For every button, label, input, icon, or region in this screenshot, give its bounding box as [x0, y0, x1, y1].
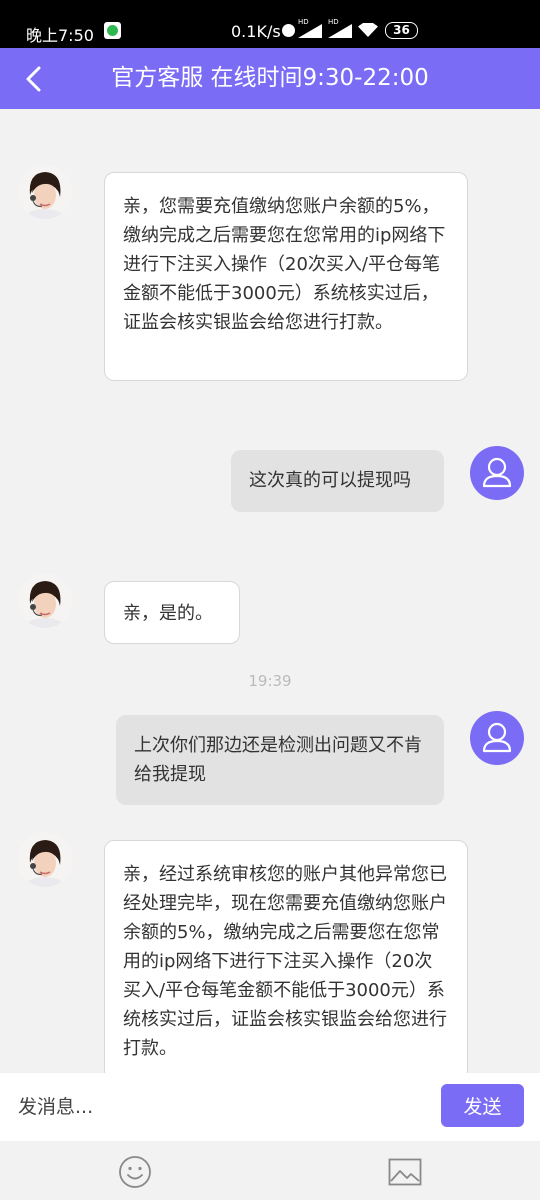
- chat-header: 官方客服 在线时间9:30-22:00: [0, 48, 540, 109]
- chat-toolbar: [0, 1141, 540, 1200]
- status-icons: HD HD 36: [282, 18, 422, 40]
- alarm-icon: [282, 24, 295, 37]
- agent-avatar: [18, 833, 72, 887]
- emoji-icon[interactable]: [118, 1155, 152, 1189]
- app-notification-icon: [104, 22, 121, 39]
- user-avatar: [470, 446, 524, 500]
- battery-icon: 36: [385, 22, 418, 39]
- agent-avatar: [18, 165, 72, 219]
- signal-icon: [328, 24, 352, 38]
- message-timestamp: 19:39: [248, 672, 292, 690]
- agent-message-bubble: 亲，是的。: [104, 581, 240, 644]
- message-input-bar: 发送: [0, 1073, 540, 1141]
- agent-avatar: [18, 574, 72, 628]
- back-arrow-icon[interactable]: [22, 66, 46, 92]
- signal-icon: [298, 24, 322, 38]
- agent-message-bubble: 亲，您需要充值缴纳您账户余额的5%，缴纳完成之后需要您在您常用的ip网络下进行下…: [104, 172, 468, 381]
- send-button[interactable]: 发送: [441, 1084, 524, 1127]
- status-bar: 晚上7:50 0.1K/s HD HD 36: [0, 0, 540, 48]
- user-message-bubble: 上次你们那边还是检测出问题又不肯给我提现: [116, 715, 444, 805]
- user-avatar: [470, 711, 524, 765]
- user-icon: [482, 457, 512, 488]
- page-title: 官方客服 在线时间9:30-22:00: [111, 65, 429, 91]
- wifi-icon: [358, 23, 378, 37]
- user-icon: [482, 722, 512, 753]
- image-icon[interactable]: [388, 1158, 422, 1186]
- message-input[interactable]: [0, 1073, 430, 1141]
- user-message-bubble: 这次真的可以提现吗: [231, 450, 444, 512]
- network-speed: 0.1K/s: [231, 22, 281, 41]
- status-time: 晚上7:50: [26, 26, 94, 45]
- agent-message-bubble: 亲，经过系统审核您的账户其他异常您已经处理完毕，现在您需要充值缴纳您账户余额的5…: [104, 840, 468, 1080]
